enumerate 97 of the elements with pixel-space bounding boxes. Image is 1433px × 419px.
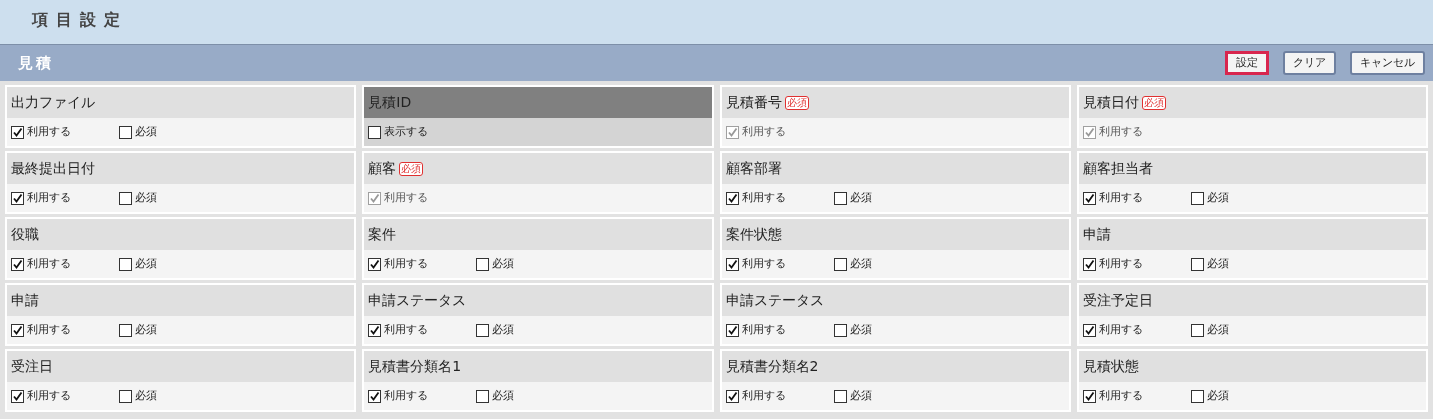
checkbox-label: 利用する bbox=[1098, 123, 1143, 140]
checkbox-label: 利用する bbox=[1098, 255, 1143, 272]
checkbox[interactable] bbox=[11, 191, 24, 205]
checkbox[interactable] bbox=[119, 125, 132, 139]
field-label: 受注予定日 bbox=[1082, 291, 1153, 310]
field-label: 見積書分類名1 bbox=[368, 357, 462, 376]
checkbox-label: 必須 bbox=[135, 387, 157, 404]
field-label: 最終提出日付 bbox=[11, 159, 95, 178]
section-title: 見積 bbox=[18, 52, 54, 74]
field-label: 見積状態 bbox=[1082, 357, 1139, 376]
checkbox-label: 利用する bbox=[1098, 387, 1143, 404]
field-label: 申請 bbox=[11, 291, 39, 310]
checkbox-label: 表示する bbox=[384, 123, 429, 140]
checkbox-label: 利用する bbox=[384, 255, 429, 272]
checkbox-label: 利用する bbox=[741, 123, 786, 140]
checkbox-label: 必須 bbox=[849, 321, 872, 338]
required-badge: 必須 bbox=[784, 95, 809, 110]
checkbox-label: 必須 bbox=[1206, 189, 1229, 206]
checkbox-label: 利用する bbox=[384, 189, 429, 206]
checkbox[interactable] bbox=[476, 257, 490, 271]
checkbox[interactable] bbox=[1082, 323, 1096, 337]
checkbox-label: 利用する bbox=[1098, 189, 1143, 206]
field-label: 案件 bbox=[368, 225, 397, 244]
checkbox[interactable] bbox=[1190, 257, 1204, 271]
checkbox-label: 利用する bbox=[27, 123, 71, 140]
checkbox-label: 利用する bbox=[27, 255, 71, 272]
checkbox[interactable] bbox=[833, 257, 847, 271]
checkbox[interactable] bbox=[119, 191, 132, 205]
checkbox-label: 利用する bbox=[741, 321, 786, 338]
checkbox-label: 必須 bbox=[849, 255, 872, 272]
checkbox[interactable] bbox=[368, 257, 382, 271]
field-label: 申請ステータス bbox=[368, 291, 467, 310]
field-label: 見積ID bbox=[368, 93, 412, 112]
checkbox-label: 必須 bbox=[849, 387, 872, 404]
field-label: 申請 bbox=[1082, 225, 1111, 244]
field-label: 見積書分類名2 bbox=[725, 357, 819, 376]
checkbox[interactable] bbox=[11, 389, 24, 403]
checkbox-label: 必須 bbox=[135, 189, 157, 206]
checkbox[interactable] bbox=[1082, 389, 1096, 403]
field-label: 顧客部署 bbox=[725, 159, 782, 178]
field-label: 受注日 bbox=[11, 357, 53, 376]
checkbox-label: 利用する bbox=[1098, 321, 1143, 338]
checkbox[interactable] bbox=[119, 323, 132, 337]
checkbox-label: 必須 bbox=[135, 255, 157, 272]
checkbox-label: 利用する bbox=[741, 189, 786, 206]
checkbox-label: 必須 bbox=[1206, 255, 1229, 272]
checkbox[interactable] bbox=[833, 191, 847, 205]
checkbox[interactable] bbox=[11, 125, 24, 139]
toolbar-button[interactable]: 設定 bbox=[1225, 51, 1269, 75]
checkbox[interactable] bbox=[725, 191, 739, 205]
checkbox-label: 利用する bbox=[741, 255, 786, 272]
field-label: 案件状態 bbox=[725, 225, 782, 244]
checkbox-label: 必須 bbox=[849, 189, 872, 206]
checkbox[interactable] bbox=[119, 257, 132, 271]
field-label: 顧客担当者 bbox=[1082, 159, 1153, 178]
checkbox-label: 必須 bbox=[1206, 321, 1229, 338]
checkbox[interactable] bbox=[1190, 323, 1204, 337]
checkbox[interactable] bbox=[725, 257, 739, 271]
checkbox-label: 必須 bbox=[492, 387, 515, 404]
field-label: 顧客 bbox=[368, 159, 397, 178]
checkbox-label: 必須 bbox=[492, 255, 515, 272]
checkbox[interactable] bbox=[1082, 191, 1096, 205]
field-label: 見積日付 bbox=[1082, 93, 1139, 112]
checkbox[interactable] bbox=[725, 389, 739, 403]
checkbox-label: 利用する bbox=[741, 387, 786, 404]
field-label: 申請ステータス bbox=[725, 291, 824, 310]
required-badge: 必須 bbox=[399, 161, 424, 176]
checkbox-label: 必須 bbox=[135, 321, 157, 338]
checkbox[interactable] bbox=[11, 323, 24, 337]
checkbox-label: 必須 bbox=[492, 321, 515, 338]
checkbox[interactable] bbox=[368, 125, 382, 139]
toolbar-button[interactable]: キャンセル bbox=[1350, 51, 1425, 75]
checkbox-label: 利用する bbox=[384, 387, 429, 404]
checkbox[interactable] bbox=[1082, 257, 1096, 271]
checkbox-label: 利用する bbox=[27, 321, 71, 338]
required-badge: 必須 bbox=[1141, 95, 1166, 110]
checkbox[interactable] bbox=[833, 389, 847, 403]
checkbox-label: 利用する bbox=[27, 189, 71, 206]
checkbox[interactable] bbox=[119, 389, 132, 403]
checkbox[interactable] bbox=[368, 389, 382, 403]
field-label: 出力ファイル bbox=[11, 93, 95, 112]
field-label: 見積番号 bbox=[725, 93, 782, 112]
checkbox[interactable] bbox=[476, 389, 490, 403]
checkbox[interactable] bbox=[1190, 389, 1204, 403]
page-title: 項目設定 bbox=[32, 9, 128, 31]
checkbox-label: 必須 bbox=[1206, 387, 1229, 404]
checkbox-label: 利用する bbox=[384, 321, 429, 338]
checkbox[interactable] bbox=[833, 323, 847, 337]
field-label: 役職 bbox=[11, 225, 39, 244]
checkbox[interactable] bbox=[476, 323, 490, 337]
checkbox[interactable] bbox=[368, 323, 382, 337]
checkbox[interactable] bbox=[1190, 191, 1204, 205]
checkbox[interactable] bbox=[11, 257, 24, 271]
checkbox[interactable] bbox=[725, 323, 739, 337]
checkbox-label: 利用する bbox=[27, 387, 71, 404]
toolbar-button[interactable]: クリア bbox=[1283, 51, 1336, 75]
checkbox-label: 必須 bbox=[135, 123, 157, 140]
